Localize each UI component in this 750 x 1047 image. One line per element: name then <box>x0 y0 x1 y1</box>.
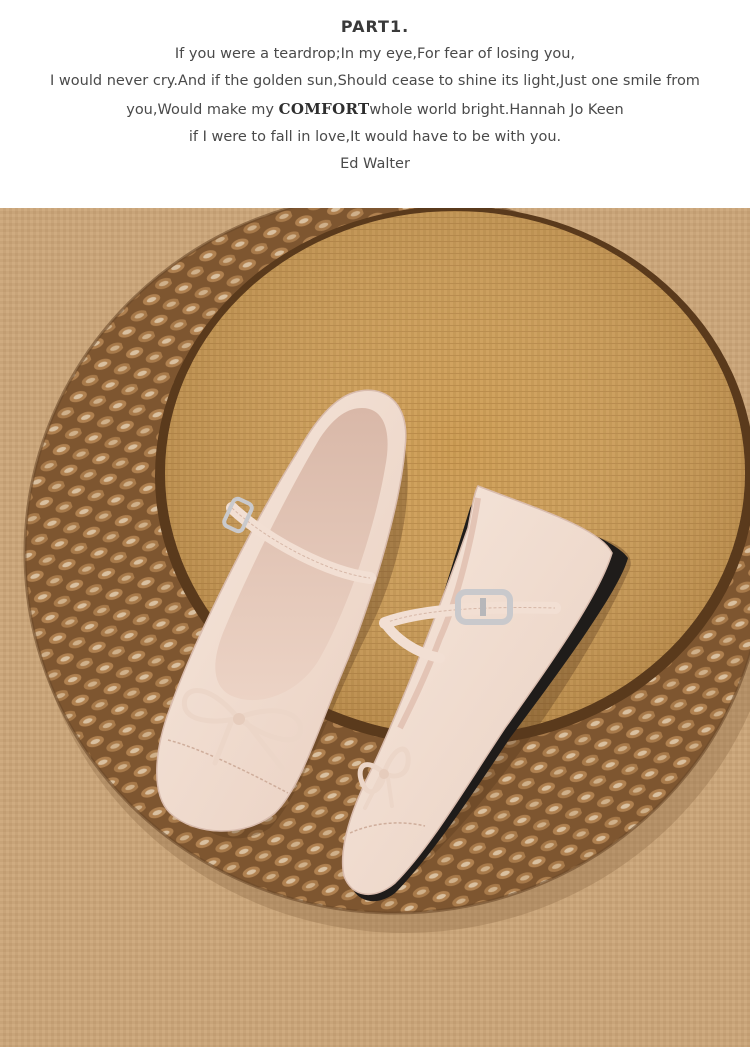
section-title: PART1. <box>340 17 410 36</box>
poem-line-3: you,Would make my COMFORTwhole world bri… <box>0 100 750 118</box>
poem-line-4: if I were to fall in love,It would have … <box>188 129 562 145</box>
comfort-emphasis: COMFORT <box>278 100 370 118</box>
poem-author: Ed Walter <box>340 156 410 172</box>
poem-line-3-end: whole world bright.Hannah Jo Keen <box>369 102 624 118</box>
poem-line-1: If you were a teardrop;In my eye,For fea… <box>174 46 576 62</box>
product-photo <box>0 208 750 1047</box>
text-header: PART1. If you were a teardrop;In my eye,… <box>0 0 750 208</box>
product-photo-illustration <box>0 208 750 1047</box>
poem-line-2: I would never cry.And if the golden sun,… <box>50 73 700 89</box>
poem-line-3-start: you,Would make my <box>126 102 279 118</box>
